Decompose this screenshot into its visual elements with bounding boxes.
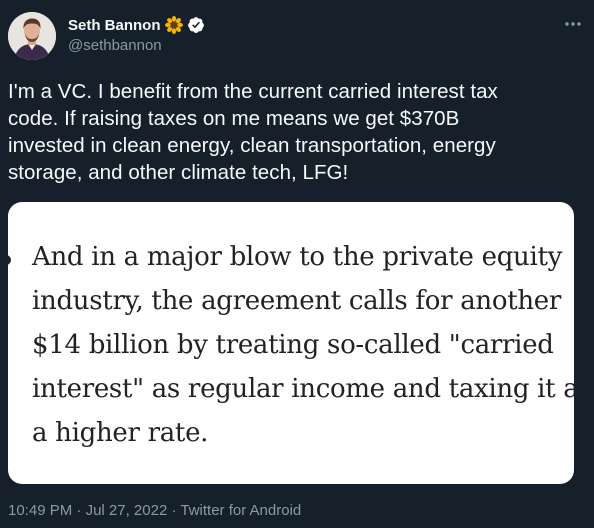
tweet-media-image[interactable]: And in a major blow to the private equit…	[8, 202, 574, 484]
bullet-marker	[8, 255, 11, 265]
tweet-time[interactable]: 10:49 PM	[8, 502, 72, 519]
tweet-card: Seth Bannon @sethbannon I'm a VC. I bene…	[0, 0, 594, 528]
avatar-photo-icon	[8, 12, 56, 60]
more-options-icon[interactable]	[562, 16, 584, 32]
meta-separator: ·	[167, 502, 181, 519]
article-screenshot: And in a major blow to the private equit…	[8, 202, 574, 484]
tweet-date[interactable]: Jul 27, 2022	[86, 502, 168, 519]
sunflower-emoji-icon	[164, 16, 183, 34]
article-line: a higher rate.	[32, 418, 209, 448]
tweet-header: Seth Bannon @sethbannon	[8, 12, 586, 62]
article-line: interest" as regular income and taxing i…	[32, 374, 574, 404]
author-handle[interactable]: @sethbannon	[68, 37, 205, 54]
article-line: industry, the agreement calls for anothe…	[32, 286, 562, 316]
tweet-source[interactable]: Twitter for Android	[180, 502, 301, 519]
author-names: Seth Bannon @sethbannon	[68, 15, 205, 54]
verified-badge-icon	[187, 16, 205, 34]
tweet-text: I'm a VC. I benefit from the current car…	[8, 80, 498, 184]
article-line: And in a major blow to the private equit…	[32, 242, 563, 272]
tweet-metadata: 10:49 PM · Jul 27, 2022 · Twitter for An…	[8, 502, 301, 519]
author-avatar[interactable]	[8, 12, 56, 60]
display-name-row: Seth Bannon	[68, 15, 205, 35]
article-line: $14 billion by treating so-called "carri…	[32, 330, 554, 360]
meta-separator: ·	[72, 502, 86, 519]
author-display-name[interactable]: Seth Bannon	[68, 17, 161, 34]
